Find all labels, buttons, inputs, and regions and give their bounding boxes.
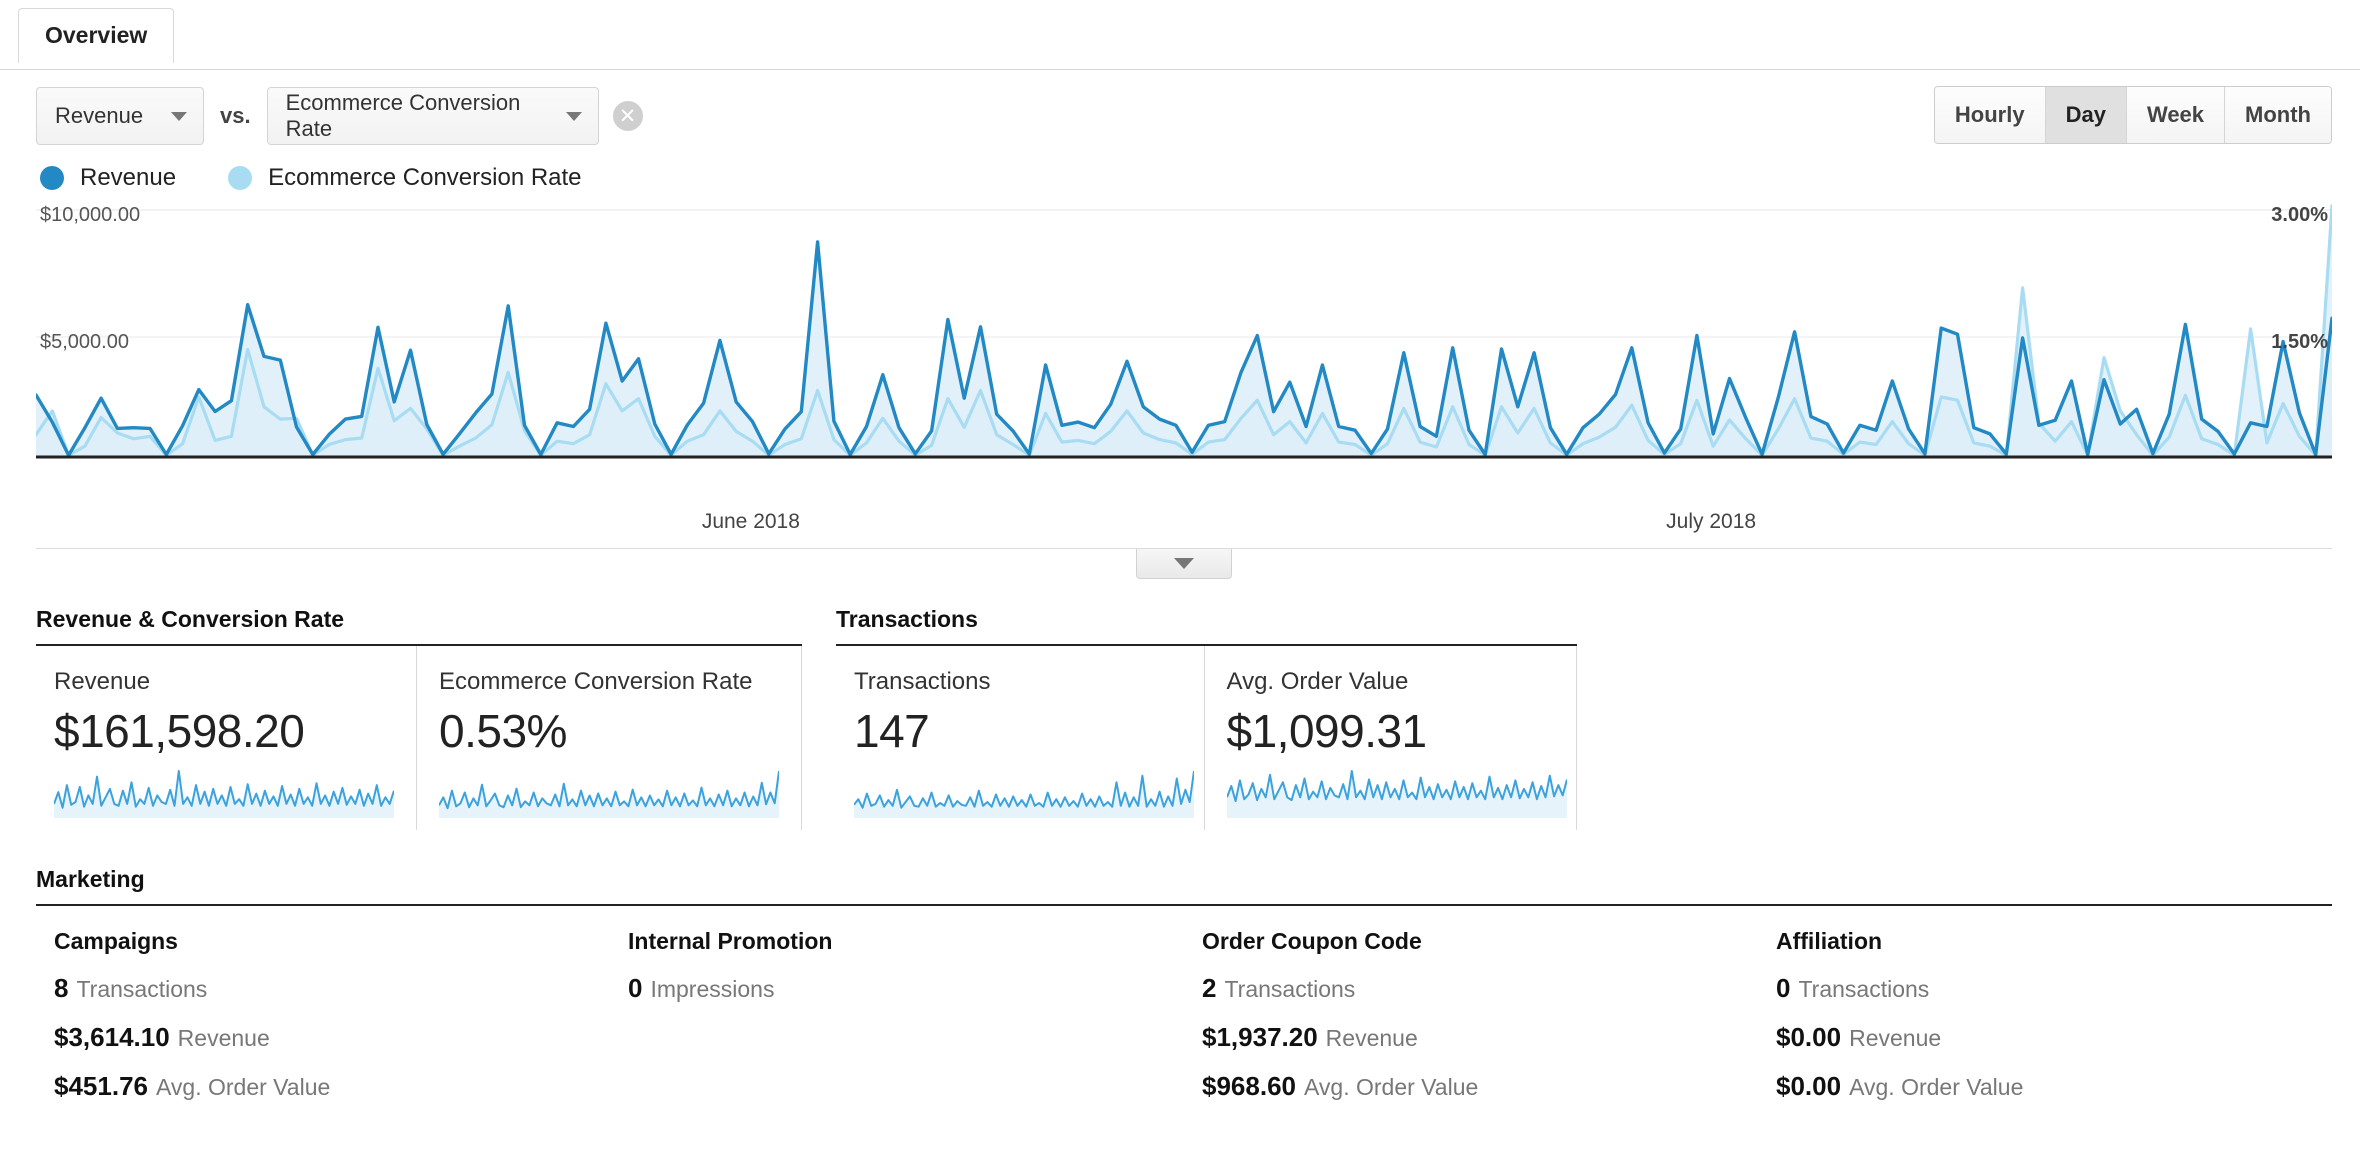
chevron-down-icon	[1174, 558, 1194, 569]
granularity-toggle-group: Hourly Day Week Month	[1933, 86, 2332, 144]
marketing-column-campaigns: Campaigns 8 Transactions $3,614.10 Reven…	[36, 928, 610, 1120]
stat-unit: Avg. Order Value	[1303, 1074, 1479, 1100]
marketing-column-title: Campaigns	[54, 928, 178, 954]
marketing-column-affiliation: Affiliation 0 Transactions $0.00 Revenue…	[1758, 928, 2332, 1120]
stat-unit: Transactions	[1224, 976, 1356, 1002]
marketing-stat: $1,937.20 Revenue	[1202, 1022, 1728, 1053]
secondary-metric-select[interactable]: Ecommerce Conversion Rate	[266, 87, 599, 145]
sparkline-transactions	[854, 770, 1194, 818]
main-chart[interactable]: $10,000.00 $5,000.00 3.00% 1.50%	[36, 204, 2332, 504]
marketing-column-internal-promotion: Internal Promotion 0 Impressions	[610, 928, 1184, 1120]
stat-unit: Avg. Order Value	[155, 1074, 331, 1100]
stat-value: $3,614.10	[54, 1022, 170, 1052]
stat-value: $0.00	[1776, 1071, 1842, 1101]
legend-label-conversion-rate: Ecommerce Conversion Rate	[268, 164, 582, 191]
metric-label: Avg. Order Value	[1226, 668, 1409, 695]
stat-unit: Avg. Order Value	[1849, 1074, 2024, 1100]
stat-value: 2	[1202, 973, 1217, 1003]
tab-strip: Overview	[0, 0, 2360, 70]
stat-value: $968.60	[1202, 1071, 1296, 1101]
section-revenue-conversion: Revenue & Conversion Rate Revenue $161,5…	[36, 606, 836, 830]
y2-axis-tick-top: 3.00%	[2271, 204, 2328, 226]
sparkline-avg-order-value	[1226, 770, 1567, 818]
stat-unit: Transactions	[76, 976, 208, 1002]
metric-value: 147	[854, 705, 930, 757]
primary-metric-select[interactable]: Revenue	[36, 87, 204, 145]
marketing-stat: $968.60 Avg. Order Value	[1202, 1071, 1728, 1102]
metric-card-conversion-rate[interactable]: Ecommerce Conversion Rate 0.53%	[417, 646, 802, 830]
chevron-down-icon	[171, 111, 187, 121]
chart-collapse-row	[36, 548, 2332, 582]
metric-value: $161,598.20	[54, 705, 305, 757]
legend-color-dot	[228, 166, 253, 190]
tab-overview[interactable]: Overview	[18, 8, 175, 64]
metric-label: Revenue	[54, 668, 151, 695]
metric-value: 0.53%	[439, 705, 567, 757]
marketing-stat: 8 Transactions	[54, 973, 580, 1004]
tab-overview-label: Overview	[45, 22, 148, 48]
marketing-column-title: Affiliation	[1776, 928, 1883, 954]
x-axis-tick-june: June 2018	[701, 510, 800, 533]
y-axis-tick-mid: $5,000.00	[40, 331, 129, 353]
marketing-column-title: Internal Promotion	[628, 928, 833, 954]
secondary-metric-value: Ecommerce Conversion Rate	[285, 90, 521, 141]
marketing-stat: $451.76 Avg. Order Value	[54, 1071, 580, 1102]
section-title: Revenue & Conversion Rate	[36, 606, 802, 646]
chart-collapse-button[interactable]	[1136, 549, 1232, 579]
legend-item-conversion-rate[interactable]: Ecommerce Conversion Rate	[228, 164, 582, 192]
stat-unit: Impressions	[650, 976, 775, 1002]
marketing-stat: $0.00 Avg. Order Value	[1776, 1071, 2302, 1102]
metric-card-avg-order-value[interactable]: Avg. Order Value $1,099.31	[1205, 646, 1577, 830]
sparkline-revenue	[54, 770, 394, 818]
stat-unit: Revenue	[177, 1025, 270, 1051]
sparkline-conversion-rate	[439, 770, 779, 818]
marketing-column-order-coupon-code: Order Coupon Code 2 Transactions $1,937.…	[1184, 928, 1758, 1120]
marketing-title: Marketing	[36, 866, 2332, 906]
stat-unit: Revenue	[1325, 1025, 1418, 1051]
stat-value: $451.76	[54, 1071, 148, 1101]
marketing-stat: $3,614.10 Revenue	[54, 1022, 580, 1053]
stat-value: $1,937.20	[1202, 1022, 1318, 1052]
granularity-day[interactable]: Day	[2045, 87, 2127, 143]
legend-label-revenue: Revenue	[80, 164, 177, 191]
granularity-week[interactable]: Week	[2126, 87, 2226, 143]
section-title: Transactions	[836, 606, 1577, 646]
metric-label: Ecommerce Conversion Rate	[439, 668, 753, 695]
section-marketing: Marketing Campaigns 8 Transactions $3,61…	[36, 866, 2332, 1120]
metric-sections: Revenue & Conversion Rate Revenue $161,5…	[36, 606, 2332, 830]
chevron-down-icon	[565, 111, 582, 121]
marketing-stat: 2 Transactions	[1202, 973, 1728, 1004]
metric-label: Transactions	[854, 668, 991, 695]
primary-metric-value: Revenue	[55, 103, 144, 128]
legend-color-dot	[40, 166, 64, 190]
stat-value: 0	[628, 973, 643, 1003]
chart-x-axis: June 2018 July 2018	[36, 504, 2332, 548]
chart-legend: Revenue Ecommerce Conversion Rate	[0, 148, 2360, 204]
stat-value: $0.00	[1776, 1022, 1842, 1052]
stat-unit: Revenue	[1849, 1025, 1942, 1051]
chart-plot-area	[36, 204, 2332, 459]
legend-item-revenue[interactable]: Revenue	[40, 164, 176, 192]
close-circle-icon[interactable]: ✕	[612, 101, 643, 131]
x-axis-tick-july: July 2018	[1666, 510, 1757, 533]
marketing-column-title: Order Coupon Code	[1202, 928, 1422, 954]
stat-value: 0	[1776, 973, 1791, 1003]
granularity-hourly[interactable]: Hourly	[1934, 87, 2046, 143]
y2-axis-tick-mid: 1.50%	[2271, 331, 2328, 353]
stat-unit: Transactions	[1798, 976, 1930, 1002]
vs-label: vs.	[220, 103, 251, 128]
marketing-stat: 0 Impressions	[628, 973, 1154, 1004]
marketing-stat: $0.00 Revenue	[1776, 1022, 2302, 1053]
section-transactions: Transactions Transactions 147 Avg. Order…	[836, 606, 1611, 830]
metric-card-transactions[interactable]: Transactions 147	[836, 646, 1205, 830]
chart-controls: Revenue vs. Ecommerce Conversion Rate ✕ …	[0, 70, 2360, 148]
marketing-stat: 0 Transactions	[1776, 973, 2302, 1004]
metric-value: $1,099.31	[1226, 705, 1428, 757]
stat-value: 8	[54, 973, 69, 1003]
metric-card-revenue[interactable]: Revenue $161,598.20	[36, 646, 417, 830]
granularity-month[interactable]: Month	[2225, 87, 2331, 143]
y-axis-tick-top: $10,000.00	[40, 204, 141, 226]
